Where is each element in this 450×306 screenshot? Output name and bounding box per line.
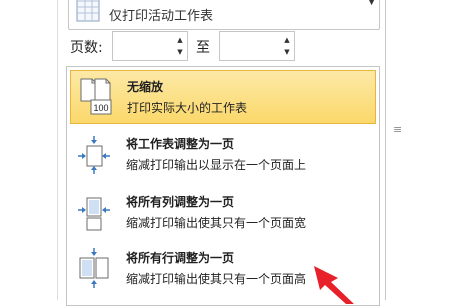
fit-rows-one-page-icon bbox=[79, 248, 109, 288]
page-from-stepper[interactable]: ▲ ▼ bbox=[112, 31, 191, 62]
spin-arrows-icon[interactable]: ▲ ▼ bbox=[282, 34, 292, 58]
option-description: 缩减打印输出以显示在一个页面上 bbox=[126, 158, 307, 172]
option-fit-sheet-one-page[interactable]: 将工作表调整为一页 缩减打印输出以显示在一个页面上 bbox=[70, 128, 376, 182]
worksheet-icon bbox=[76, 0, 100, 22]
chevron-down-icon[interactable]: ▼ bbox=[368, 0, 375, 7]
option-title: 无缩放 bbox=[127, 80, 164, 94]
no-scaling-icon: 100 bbox=[80, 78, 112, 115]
option-description: 缩减打印输出使其只有一个页面高 bbox=[126, 272, 307, 286]
print-active-sheets-dropdown[interactable]: 仅打印活动工作表 ▼ bbox=[68, 0, 380, 30]
panel-right-border bbox=[385, 0, 386, 300]
scrollbar-grip[interactable]: ≡ bbox=[393, 124, 402, 135]
option-title: 将工作表调整为一页 bbox=[126, 137, 235, 151]
option-description: 打印实际大小的工作表 bbox=[127, 101, 248, 115]
fit-sheet-one-page-icon bbox=[78, 136, 110, 174]
panel-left-border bbox=[57, 0, 58, 300]
svg-text:100: 100 bbox=[93, 103, 108, 113]
spin-arrows-icon[interactable]: ▲ ▼ bbox=[175, 34, 185, 58]
option-title: 将所有列调整为一页 bbox=[126, 195, 235, 209]
page-to-stepper[interactable]: ▲ ▼ bbox=[219, 31, 298, 62]
to-label: 至 bbox=[196, 40, 210, 56]
option-no-scaling[interactable]: 100 无缩放 打印实际大小的工作表 bbox=[70, 70, 376, 124]
red-arrow-icon bbox=[314, 266, 354, 304]
option-description: 缩减打印输出使其只有一个页面宽 bbox=[126, 216, 307, 230]
option-fit-columns-one-page[interactable]: 将所有列调整为一页 缩减打印输出使其只有一个页面宽 bbox=[70, 186, 376, 240]
option-title: 将所有行调整为一页 bbox=[126, 251, 235, 265]
dropdown-selected-text: 仅打印活动工作表 bbox=[109, 9, 214, 24]
fit-columns-one-page-icon bbox=[78, 197, 110, 231]
pages-label: 页数: bbox=[70, 40, 103, 56]
